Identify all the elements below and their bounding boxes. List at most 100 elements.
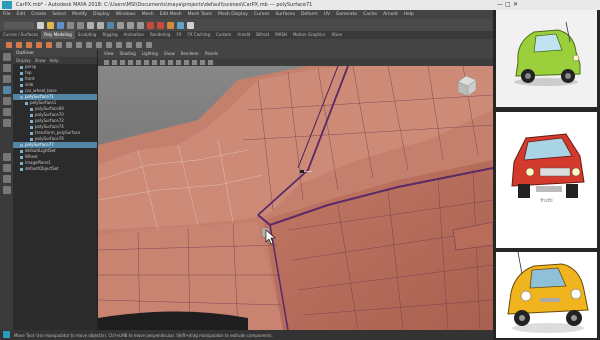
select-tool-icon[interactable] — [2, 53, 11, 61]
shelf-tab-animation[interactable]: Animation — [121, 31, 147, 39]
outliner-menu-display[interactable]: Display — [16, 57, 31, 64]
paint-select-icon[interactable] — [2, 75, 11, 83]
viewport-menu-view[interactable]: View — [104, 50, 114, 58]
outliner-menu-help[interactable]: Help — [50, 57, 59, 64]
menu-cache[interactable]: Cache — [360, 12, 380, 17]
menu-uv[interactable]: UV — [321, 12, 333, 17]
camera-icon[interactable] — [104, 59, 109, 65]
scale-tool-icon[interactable] — [2, 108, 11, 116]
poly-sphere-icon[interactable] — [6, 41, 12, 48]
mode-dropdown-icon[interactable] — [4, 21, 34, 29]
snap-point-icon[interactable] — [137, 21, 144, 29]
open-scene-icon[interactable] — [47, 21, 54, 29]
viewport-menu-lighting[interactable]: Lighting — [142, 50, 158, 58]
viewport-menu-shading[interactable]: Shading — [120, 50, 136, 58]
shelf-tab-rendering[interactable]: Rendering — [147, 31, 173, 39]
select-component-icon[interactable] — [107, 21, 114, 29]
poly-cone-icon[interactable] — [36, 41, 42, 48]
menu-windows[interactable]: Windows — [113, 12, 139, 17]
hypershade-icon[interactable] — [177, 21, 184, 29]
smooth-shade-icon[interactable] — [168, 59, 173, 65]
render-settings-icon[interactable] — [167, 21, 174, 29]
combine-icon[interactable] — [56, 41, 62, 48]
multi-cut-icon[interactable] — [106, 41, 112, 48]
resolution-gate-icon[interactable] — [152, 59, 157, 65]
menu-mesh-tools[interactable]: Mesh Tools — [185, 12, 215, 17]
close-button[interactable]: ✕ — [513, 0, 518, 10]
lasso-tool-icon[interactable] — [2, 64, 11, 72]
film-gate-icon[interactable] — [144, 59, 149, 65]
menu-file[interactable]: File — [0, 12, 14, 17]
snap-curve-icon[interactable] — [127, 21, 134, 29]
shelf-tab-sculpting[interactable]: Sculpting — [75, 31, 100, 39]
shelf-tab-fx[interactable]: FX — [173, 31, 184, 39]
shelf-tab-rigging[interactable]: Rigging — [99, 31, 120, 39]
menu-curves[interactable]: Curves — [251, 12, 273, 17]
lights-icon[interactable] — [184, 59, 189, 65]
shelf-tab-curves-surfaces[interactable]: Curves / Surfaces — [0, 31, 41, 39]
xray-icon[interactable] — [200, 59, 205, 65]
outliner-layout-icon[interactable] — [2, 175, 11, 183]
menu-generate[interactable]: Generate — [333, 12, 360, 17]
model-view[interactable] — [98, 50, 493, 330]
shelf-tab-mash[interactable]: MASH — [272, 31, 290, 39]
viewport-menu-renderer[interactable]: Renderer — [181, 50, 199, 58]
merge-icon[interactable] — [126, 41, 132, 48]
outliner-item[interactable]: defaultObjectSet — [13, 166, 97, 172]
undo-icon[interactable] — [67, 21, 74, 29]
minimize-button[interactable]: — — [497, 0, 503, 10]
render-icon[interactable] — [147, 21, 154, 29]
bookmark-icon[interactable] — [120, 59, 125, 65]
menu-create[interactable]: Create — [28, 12, 49, 17]
menu-edit[interactable]: Edit — [14, 12, 29, 17]
redo-icon[interactable] — [77, 21, 84, 29]
edge-loop-icon[interactable] — [116, 41, 122, 48]
menu-edit-mesh[interactable]: Edit Mesh — [157, 12, 185, 17]
mel-icon[interactable] — [3, 331, 10, 338]
outliner-menu-show[interactable]: Show — [35, 57, 46, 64]
shadows-icon[interactable] — [192, 59, 197, 65]
select-hierarchy-icon[interactable] — [87, 21, 94, 29]
menu-select[interactable]: Select — [49, 12, 69, 17]
single-view-icon[interactable] — [2, 153, 11, 161]
shelf-tab-custom[interactable]: Custom — [213, 31, 234, 39]
menu-mesh[interactable]: Mesh — [139, 12, 157, 17]
shelf-tab-xgen[interactable]: XGen — [328, 31, 345, 39]
menu-display[interactable]: Display — [90, 12, 113, 17]
viewport-menu-show[interactable]: Show — [164, 50, 175, 58]
select-object-icon[interactable] — [97, 21, 104, 29]
last-tool-icon[interactable] — [2, 119, 11, 127]
extrude-icon[interactable] — [76, 41, 82, 48]
move-tool-icon[interactable] — [2, 86, 11, 94]
lock-camera-icon[interactable] — [112, 59, 117, 65]
shelf-tab-fx-caching[interactable]: FX Caching — [185, 31, 213, 39]
mirror-icon[interactable] — [146, 41, 152, 48]
shelf-tab-motion-graphics[interactable]: Motion Graphics — [290, 31, 329, 39]
viewport-menu-panels[interactable]: Panels — [205, 50, 218, 58]
poly-cylinder-icon[interactable] — [26, 41, 32, 48]
ipr-render-icon[interactable] — [157, 21, 164, 29]
menu-arnold[interactable]: Arnold — [380, 12, 401, 17]
poly-plane-icon[interactable] — [46, 41, 52, 48]
arnold-icon[interactable] — [187, 21, 194, 29]
grid-icon[interactable] — [136, 59, 141, 65]
textured-icon[interactable] — [176, 59, 181, 65]
menu-mesh-display[interactable]: Mesh Display — [215, 12, 251, 17]
menu-help[interactable]: Help — [401, 12, 417, 17]
rotate-tool-icon[interactable] — [2, 97, 11, 105]
poly-cube-icon[interactable] — [16, 41, 22, 48]
menu-modify[interactable]: Modify — [69, 12, 90, 17]
bevel-icon[interactable] — [96, 41, 102, 48]
four-view-icon[interactable] — [2, 164, 11, 172]
new-scene-icon[interactable] — [37, 21, 44, 29]
menu-deform[interactable]: Deform — [298, 12, 321, 17]
menu-surfaces[interactable]: Surfaces — [272, 12, 298, 17]
bridge-icon[interactable] — [86, 41, 92, 48]
viewport-panel[interactable]: View Shading Lighting Show Renderer Panels — [98, 50, 493, 330]
maximize-button[interactable]: □ — [505, 0, 511, 10]
shelf-tab-bifrost[interactable]: Bifrost — [253, 31, 272, 39]
snap-grid-icon[interactable] — [117, 21, 124, 29]
image-plane-icon[interactable] — [128, 59, 133, 65]
separate-icon[interactable] — [66, 41, 72, 48]
graph-layout-icon[interactable] — [2, 186, 11, 194]
